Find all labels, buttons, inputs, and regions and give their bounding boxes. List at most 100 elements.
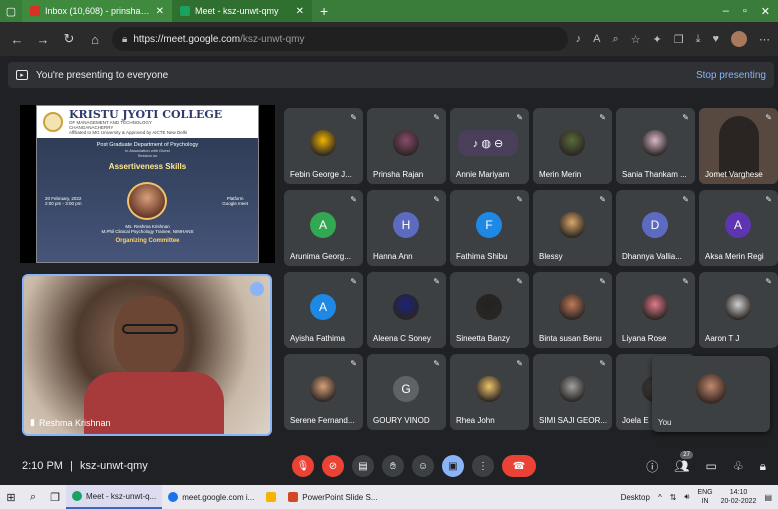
present-screen-icon: ▸ <box>16 70 28 80</box>
participant-tile[interactable]: ✎ A Aksa Merin Regi <box>699 190 778 266</box>
close-tab-icon[interactable]: ✕ <box>156 6 164 17</box>
participant-tile[interactable]: ✎ Aleena C Soney <box>367 272 446 348</box>
participant-tile[interactable]: ✎ Sania Thankam ... <box>616 108 695 184</box>
participant-tile[interactable]: ✎ Liyana Rose <box>616 272 695 348</box>
url-path: /ksz-unwt-qmy <box>240 33 305 45</box>
taskbar-app-meet-google[interactable]: meet.google.com i... <box>162 485 260 509</box>
tab-inbox[interactable]: Inbox (10,608) - prinsharajan28@ ✕ <box>22 0 172 22</box>
window-menu-icon[interactable]: ▢ <box>0 0 22 22</box>
activities-icon[interactable]: ♧ <box>733 459 744 473</box>
slide-speaker-role: M.Phil Clinical Psychology Trainee, NIMH… <box>101 229 194 234</box>
info-icon[interactable]: ⓘ <box>646 458 658 475</box>
windows-start-icon[interactable]: ⊞ <box>0 491 22 504</box>
host-controls-icon[interactable]: 🔒︎ <box>760 459 766 474</box>
participant-tile[interactable]: ✎ Rhea John <box>450 354 529 430</box>
captions-button[interactable]: ▤ <box>352 455 374 477</box>
participant-name: Blessy <box>539 252 563 261</box>
participant-name: Arunima Georg... <box>290 252 351 261</box>
tray-chevron-icon[interactable]: ^ <box>658 493 662 502</box>
zoom-icon[interactable]: ⌕ <box>612 33 618 46</box>
language-indicator[interactable]: ENG IN <box>697 488 712 506</box>
extension-icon[interactable]: ✦ <box>653 33 662 46</box>
participant-tile[interactable]: ✎ Binta susan Benu <box>533 272 612 348</box>
participant-tile[interactable]: ✎ Jomet Varghese <box>699 108 778 184</box>
notifications-icon[interactable]: ▤ <box>764 493 772 502</box>
minimize-icon[interactable]: – <box>723 5 729 18</box>
favorite-icon[interactable]: ☆ <box>631 33 641 46</box>
participant-tile[interactable]: ✎ A Arunima Georg... <box>284 190 363 266</box>
tab-meet[interactable]: Meet - ksz-unwt-qmy ✕ <box>172 0 312 22</box>
volume-icon[interactable]: 🔊︎ <box>684 492 689 502</box>
you-tile[interactable]: You <box>652 356 770 432</box>
participant-tile[interactable]: ✎ ♪ ◍ ⊖ Annie Mariyam <box>450 108 529 184</box>
read-aloud-icon[interactable]: A <box>593 33 600 45</box>
taskbar-app-powerpoint[interactable]: PowerPoint Slide S... <box>282 485 383 509</box>
participants-count: 27 <box>680 451 693 459</box>
muted-mic-icon: ✎ <box>599 195 606 204</box>
desktop-label[interactable]: Desktop <box>621 493 650 502</box>
clock[interactable]: 14:10 20-02-2022 <box>721 488 757 506</box>
participant-tile[interactable]: ✎ G GOURY VINOD <box>367 354 446 430</box>
muted-mic-icon: ✎ <box>433 113 440 122</box>
raise-hand-button[interactable]: ✋︎ <box>382 455 404 477</box>
self-video-tile[interactable]: ▮ Reshma Krishnan <box>22 274 272 436</box>
home-icon[interactable]: ⌂ <box>86 32 104 47</box>
mic-icon[interactable]: ♪ <box>576 33 582 45</box>
participant-name: Annie Mariyam <box>456 170 510 179</box>
collections-icon[interactable]: ❒ <box>674 33 684 46</box>
participant-tile[interactable]: ✎ Blessy <box>533 190 612 266</box>
participant-tile[interactable]: ✎ Merin Merin <box>533 108 612 184</box>
back-icon[interactable]: ← <box>8 32 26 47</box>
refresh-icon[interactable]: ↻ <box>60 31 78 47</box>
participant-tile[interactable]: ✎ Prinsha Rajan <box>367 108 446 184</box>
presentation-tile[interactable]: KRISTU JYOTI COLLEGE OF MANAGEMENT AND T… <box>20 105 275 263</box>
heart-icon[interactable]: ♥ <box>712 33 719 45</box>
search-icon[interactable]: ⌕ <box>22 491 44 504</box>
task-view-icon[interactable]: ❐ <box>44 491 66 504</box>
participant-photo-avatar <box>559 294 585 320</box>
screen: ▢ Inbox (10,608) - prinsharajan28@ ✕ Mee… <box>0 0 778 509</box>
taskbar-app-meet[interactable]: Meet - ksz-unwt-q... <box>66 485 163 509</box>
restore-icon[interactable]: ▫ <box>743 5 747 18</box>
camera-toggle-button[interactable]: ⊘ <box>322 455 344 477</box>
reactions-button[interactable]: ☺ <box>412 455 434 477</box>
participant-name: Merin Merin <box>539 170 582 179</box>
forward-icon[interactable]: → <box>34 32 52 47</box>
downloads-icon[interactable]: ⤓ <box>696 33 701 46</box>
participant-tile[interactable]: ✎ Sineetta Banzy <box>450 272 529 348</box>
chat-icon[interactable]: ▭ <box>706 459 717 473</box>
participant-name: GOURY VINOD <box>373 416 430 425</box>
meeting-time: 2:10 PM <box>22 460 63 472</box>
more-options-button[interactable]: ⋮ <box>472 455 494 477</box>
mic-toggle-button[interactable]: 🎙︎ <box>292 455 314 477</box>
close-window-icon[interactable]: ✕ <box>761 5 770 18</box>
participant-name: Jomet Varghese <box>705 170 763 179</box>
clock-time: 14:10 <box>729 489 748 496</box>
profile-avatar[interactable] <box>731 31 747 47</box>
slide-title: Assertiveness Skills <box>108 162 187 171</box>
taskbar-app-explorer[interactable] <box>260 485 282 509</box>
participant-tile[interactable]: ✎ Serene Fernand... <box>284 354 363 430</box>
participant-tile[interactable]: ✎ Febin George J... <box>284 108 363 184</box>
network-icon[interactable]: ⇅ <box>670 493 677 502</box>
participant-tile[interactable]: ✎ SIMI SAJI GEOR... <box>533 354 612 430</box>
address-bar[interactable]: 🔒︎ https://meet.google.com/ksz-unwt-qmy <box>112 27 568 51</box>
participant-tile[interactable]: ✎ D Dhannya Vallia... <box>616 190 695 266</box>
phone-hangup-icon: ☎︎ <box>512 460 526 472</box>
participant-tile[interactable]: ✎ H Hanna Ann <box>367 190 446 266</box>
stop-presenting-button[interactable]: Stop presenting <box>696 70 766 81</box>
participant-photo-avatar <box>393 294 419 320</box>
people-button[interactable]: 👥︎ 27 <box>674 451 693 473</box>
participant-tile[interactable]: ✎ F Fathima Shibu <box>450 190 529 266</box>
close-tab-icon[interactable]: ✕ <box>296 6 304 17</box>
participant-initial-avatar: F <box>476 212 502 238</box>
participant-initial-avatar: A <box>725 212 751 238</box>
participant-name: Fathima Shibu <box>456 252 508 261</box>
more-icon[interactable]: ⋯ <box>759 33 770 46</box>
present-button[interactable]: ▣ <box>442 455 464 477</box>
participant-tile[interactable]: ✎ A Ayisha Fathima <box>284 272 363 348</box>
new-tab-button[interactable]: + <box>312 3 336 19</box>
leave-call-button[interactable]: ☎︎ <box>502 455 536 477</box>
participant-tile[interactable]: ✎ Aaron T J <box>699 272 778 348</box>
muted-mic-icon: ✎ <box>516 277 523 286</box>
